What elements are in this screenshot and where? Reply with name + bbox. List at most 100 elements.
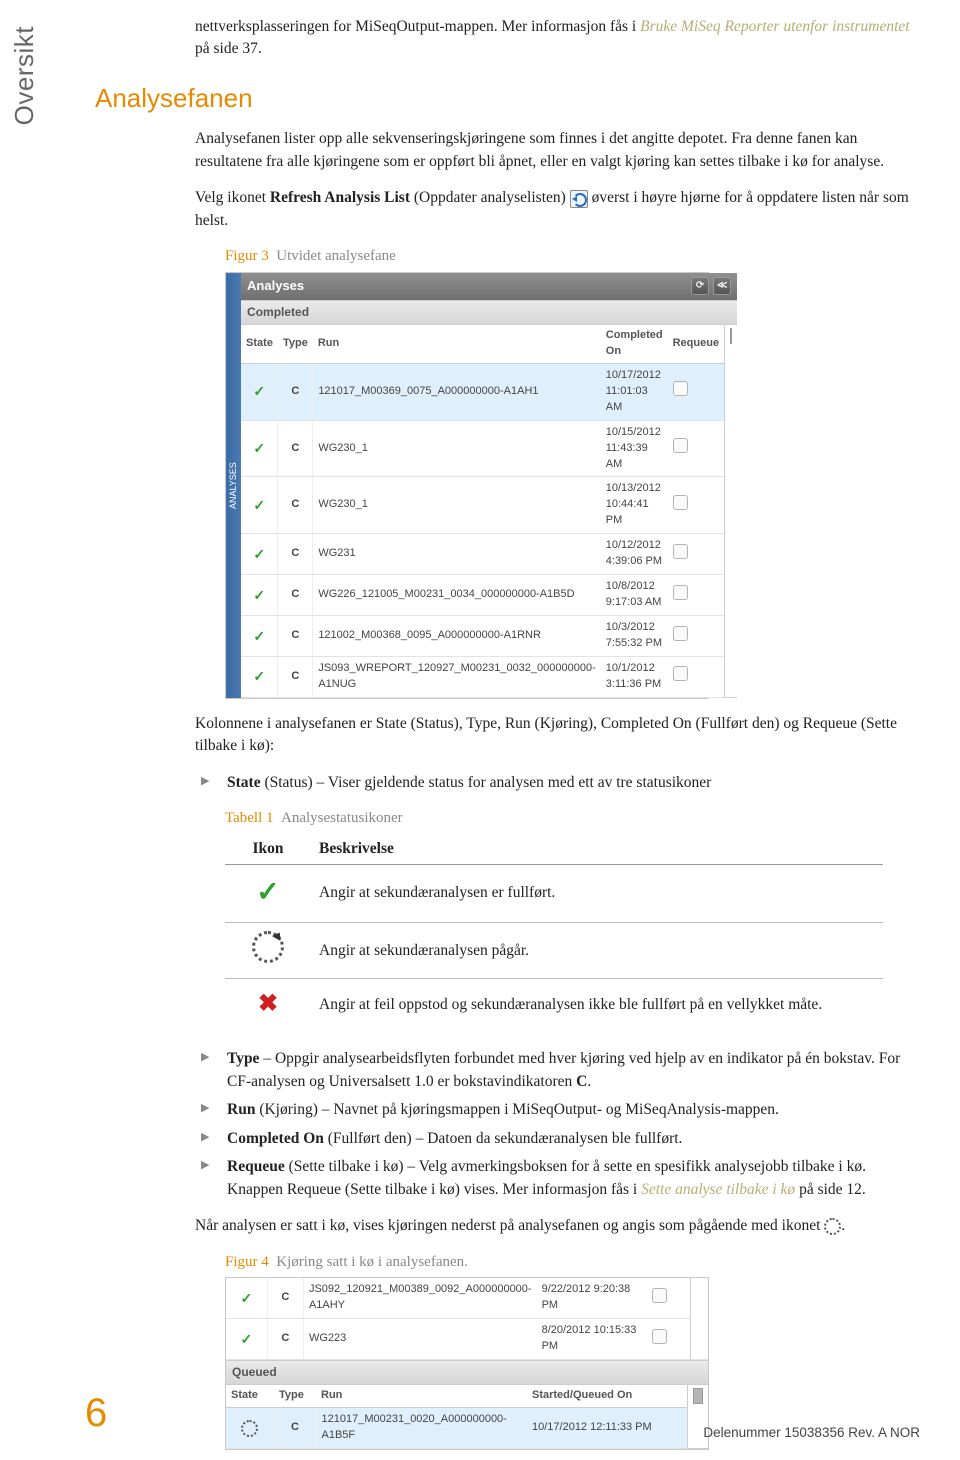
col-run[interactable]: Run xyxy=(313,325,601,363)
table-row[interactable]: ✓ C WG223 8/20/2012 10:15:33 PM xyxy=(226,1319,708,1360)
analyses-sidebar-tab[interactable]: ANALYSES xyxy=(226,273,241,698)
term: Type xyxy=(227,1050,259,1067)
cell-run: WG230_1 xyxy=(313,477,601,534)
panel-title: Analyses xyxy=(247,277,304,296)
columns-intro: Kolonnene i analysefanen er State (Statu… xyxy=(195,713,910,758)
text: – Oppgir analysearbeidsflyten forbundet … xyxy=(227,1050,900,1089)
text: på side 12. xyxy=(795,1181,866,1198)
requeue-checkbox[interactable] xyxy=(673,666,688,681)
table-row[interactable]: ✓ C JS092_120921_M00389_0092_A000000000-… xyxy=(226,1278,708,1318)
cell-run: WG231 xyxy=(313,534,601,575)
para-overview: Analysefanen lister opp alle sekvenserin… xyxy=(195,128,910,173)
requeue-checkbox[interactable] xyxy=(673,438,688,453)
requeue-checkbox[interactable] xyxy=(652,1288,667,1303)
desc-error: Angir at feil oppstod og sekundæranalyse… xyxy=(311,979,883,1030)
col-state[interactable]: State xyxy=(241,325,278,363)
term: Run xyxy=(227,1101,255,1118)
cell-type: C xyxy=(278,575,313,616)
text: (Fullført den) – Datoen da sekundæranaly… xyxy=(324,1130,683,1147)
text: Velg ikonet xyxy=(195,189,270,206)
check-icon: ✓ xyxy=(240,1290,252,1306)
intro-post: på side 37. xyxy=(195,40,262,57)
scrollbar[interactable] xyxy=(725,325,738,697)
requeue-checkbox[interactable] xyxy=(673,585,688,600)
fig-text: Utvidet analysefane xyxy=(276,248,396,264)
cell-completed: 10/13/2012 10:44:41 PM xyxy=(601,477,668,534)
table-row[interactable]: ✓ C WG230_1 10/15/2012 11:43:39 AM xyxy=(241,420,737,477)
refresh-icon[interactable]: ⟳ xyxy=(691,277,709,295)
collapse-icon[interactable]: ≪ xyxy=(713,277,731,295)
check-icon: ✓ xyxy=(253,628,265,644)
desc-complete: Angir at sekundæranalysen er fullført. xyxy=(311,865,883,923)
col-requeue[interactable]: Requeue xyxy=(668,325,725,363)
cell-run: JS092_120921_M00389_0092_A000000000-A1AH… xyxy=(303,1278,536,1318)
cell-type: C xyxy=(278,656,313,697)
cell-run: 121002_M00368_0095_A000000000-A1RNR xyxy=(313,616,601,657)
check-icon: ✓ xyxy=(253,546,265,562)
table-row[interactable]: ✓ C WG226_121005_M00231_0034_000000000-A… xyxy=(241,575,737,616)
bullet-requeue: Requeue (Sette tilbake i kø) – Velg avme… xyxy=(223,1156,910,1201)
spinner-icon xyxy=(824,1218,841,1235)
refresh-icon[interactable] xyxy=(570,190,588,208)
requeue-checkbox[interactable] xyxy=(673,544,688,559)
bullet-state: State (Status) – Viser gjeldende status … xyxy=(223,772,910,794)
requeue-checkbox[interactable] xyxy=(673,495,688,510)
scrollbar[interactable] xyxy=(690,1278,708,1359)
cell-run: 121017_M00369_0075_A000000000-A1AH1 xyxy=(313,363,601,420)
tbl-label: Tabell 1 xyxy=(225,810,274,826)
doc-revision: Delenummer 15038356 Rev. A NOR xyxy=(703,1423,920,1443)
cell-type: C xyxy=(267,1278,303,1318)
cell-completed: 9/22/2012 9:20:38 PM xyxy=(537,1278,647,1318)
col-completed[interactable]: Completed On xyxy=(601,325,668,363)
table-row[interactable]: ✓ C WG230_1 10/13/2012 10:44:41 PM xyxy=(241,477,737,534)
desc-progress: Angir at sekundæranalysen pågår. xyxy=(311,923,883,979)
requeue-checkbox[interactable] xyxy=(652,1329,667,1344)
intro-paragraph: nettverksplasseringen for MiSeqOutput-ma… xyxy=(195,16,910,61)
check-icon: ✓ xyxy=(240,1331,252,1347)
table-1-caption: Tabell 1 Analysestatusikoner xyxy=(225,808,910,830)
text: . xyxy=(587,1073,591,1090)
page-number: 6 xyxy=(85,1384,107,1442)
analyses-panel-screenshot: ANALYSES Analyses ⟳ ≪ Completed State Ty… xyxy=(225,272,709,699)
cell-completed: 10/8/2012 9:17:03 AM xyxy=(601,575,668,616)
spinner-icon xyxy=(252,931,284,963)
text: (Oppdater analyselisten) xyxy=(410,189,570,206)
table-row[interactable]: ✓ C 121017_M00369_0075_A000000000-A1AH1 … xyxy=(241,363,737,420)
bullet-run: Run (Kjøring) – Navnet på kjøringsmappen… xyxy=(223,1099,910,1121)
refresh-name: Refresh Analysis List xyxy=(270,189,410,206)
cell-completed: 8/20/2012 10:15:33 PM xyxy=(537,1319,647,1360)
cell-completed: 10/3/2012 7:55:32 PM xyxy=(601,616,668,657)
cell-completed: 10/12/2012 4:39:06 PM xyxy=(601,534,668,575)
requeue-checkbox[interactable] xyxy=(673,381,688,396)
side-tab: Oversikt xyxy=(0,16,50,131)
fig-text: Kjøring satt i kø i analysefanen. xyxy=(276,1254,468,1270)
table-row[interactable]: ✓ C 121002_M00368_0095_A000000000-A1RNR … xyxy=(241,616,737,657)
cell-run: JS093_WREPORT_120927_M00231_0032_0000000… xyxy=(313,656,601,697)
text: (Kjøring) – Navnet på kjøringsmappen i M… xyxy=(255,1101,778,1118)
requeue-checkbox[interactable] xyxy=(673,626,688,641)
cell-type: C xyxy=(278,534,313,575)
requeue-link[interactable]: Sette analyse tilbake i kø xyxy=(641,1181,795,1198)
col-type[interactable]: Type xyxy=(278,325,313,363)
term: State xyxy=(227,774,261,791)
table-row[interactable]: ✓ C JS093_WREPORT_120927_M00231_0032_000… xyxy=(241,656,737,697)
check-icon: ✓ xyxy=(253,440,265,456)
queued-para: Når analysen er satt i kø, vises kjøring… xyxy=(195,1215,910,1237)
term: Requeue xyxy=(227,1158,285,1175)
check-icon: ✓ xyxy=(256,877,279,908)
cell-run: WG226_121005_M00231_0034_000000000-A1B5D xyxy=(313,575,601,616)
group-completed: Completed xyxy=(241,300,737,325)
text: (Status) – Viser gjeldende status for an… xyxy=(261,774,712,791)
cell-type: C xyxy=(278,616,313,657)
status-icon-table: Ikon Beskrivelse ✓ Angir at sekundæranal… xyxy=(225,834,883,1030)
cell-type: C xyxy=(267,1319,303,1360)
cell-completed: 10/1/2012 3:11:36 PM xyxy=(601,656,668,697)
fig-label: Figur 4 xyxy=(225,1254,269,1270)
cell-run: WG223 xyxy=(303,1319,536,1360)
figure-3-caption: Figur 3 Utvidet analysefane xyxy=(225,246,910,268)
bullet-type: Type – Oppgir analysearbeidsflyten forbu… xyxy=(223,1048,910,1093)
indicator: C xyxy=(576,1073,587,1090)
section-heading: Analysefanen xyxy=(95,80,920,118)
intro-link[interactable]: Bruke MiSeq Reporter utenfor instrumente… xyxy=(640,18,909,35)
table-row[interactable]: ✓ C WG231 10/12/2012 4:39:06 PM xyxy=(241,534,737,575)
